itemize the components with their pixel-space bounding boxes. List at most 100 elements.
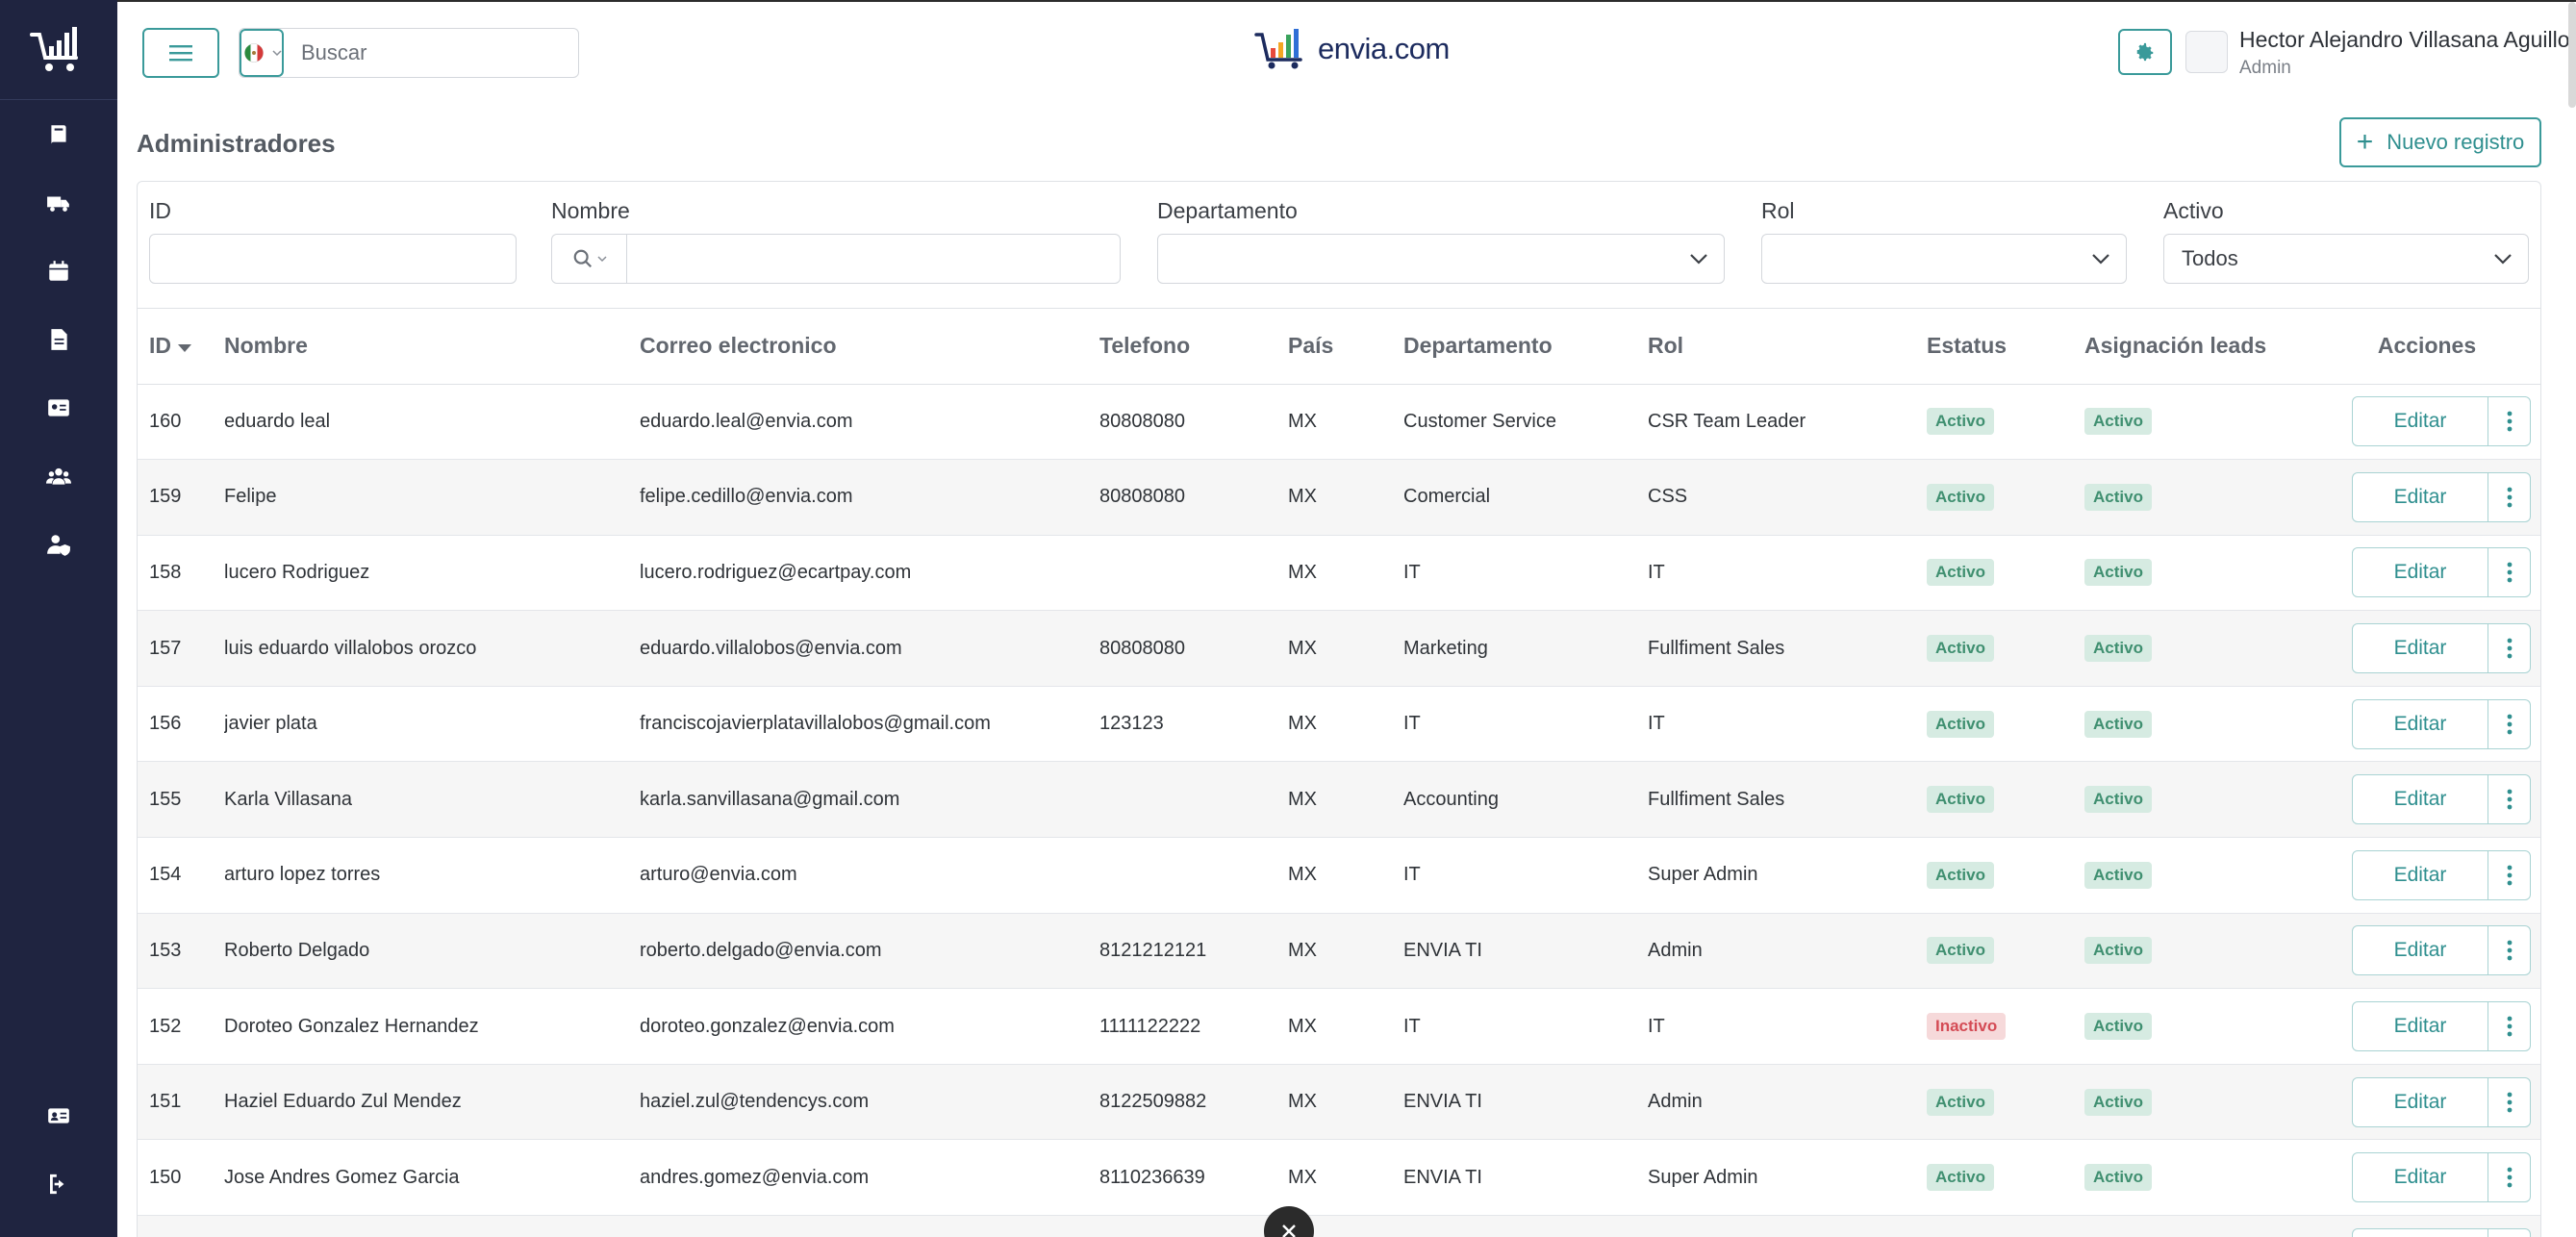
sidebar-item-documents[interactable] xyxy=(0,320,117,359)
kebab-icon xyxy=(2507,487,2512,508)
filter-id-input[interactable] xyxy=(149,234,517,284)
cell-department: Comercial xyxy=(1403,459,1648,536)
table-row[interactable]: 151 Haziel Eduardo Zul Mendez haziel.zul@t… xyxy=(138,1064,2540,1141)
cell-actions: Editar xyxy=(2292,837,2540,914)
cell-name: Karla Villasana xyxy=(224,761,640,839)
table-row[interactable]: 159 Felipe felipe.cedillo@envia.com 8080808… xyxy=(138,459,2540,536)
edit-button[interactable]: Editar xyxy=(2352,1001,2488,1052)
status-badge: Activo xyxy=(1927,635,1994,663)
table-row[interactable]: ActivoActivo Editar xyxy=(138,1215,2540,1237)
cell-country: MX xyxy=(1288,1064,1403,1141)
table-row[interactable]: 155 Karla Villasana karla.sanvillasana@gma… xyxy=(138,761,2540,839)
gear-icon xyxy=(2136,42,2154,62)
avatar[interactable] xyxy=(2185,31,2228,73)
filter-department-label: Departamento xyxy=(1157,198,1298,223)
brand-logo[interactable]: envia.com xyxy=(1254,27,1450,71)
cell-role: IT xyxy=(1648,686,1927,763)
cell-status: Inactivo xyxy=(1927,988,2084,1065)
user-name[interactable]: Hector Alejandro Villasana Aguillon xyxy=(2239,27,2576,53)
name-search-mode[interactable] xyxy=(552,235,627,283)
more-actions-button[interactable] xyxy=(2488,1227,2531,1237)
more-actions-button[interactable] xyxy=(2488,774,2531,825)
cell-phone: 80808080 xyxy=(1099,459,1288,536)
more-actions-button[interactable] xyxy=(2488,623,2531,674)
more-actions-button[interactable] xyxy=(2488,471,2531,522)
table-row[interactable]: 157 luis eduardo villalobos orozco eduardo… xyxy=(138,610,2540,687)
leads-badge: Activo xyxy=(2084,710,2152,738)
filter-role-select[interactable] xyxy=(1761,234,2127,284)
cell-country: MX xyxy=(1288,1139,1403,1217)
page-scrollbar[interactable] xyxy=(2568,2,2576,108)
edit-button[interactable]: Editar xyxy=(2352,1227,2488,1237)
table-row[interactable]: 153 Roberto Delgado roberto.delgado@envia.… xyxy=(138,913,2540,990)
cell-country: MX xyxy=(1288,837,1403,914)
row-actions: Editar xyxy=(2292,471,2540,522)
settings-button[interactable] xyxy=(2118,29,2172,75)
cell-name: javier plata xyxy=(224,686,640,763)
sidebar-item-id-card[interactable] xyxy=(0,389,117,427)
filter-active-select[interactable]: Todos xyxy=(2163,234,2529,284)
more-actions-button[interactable] xyxy=(2488,698,2531,749)
status-badge: Activo xyxy=(1927,861,1994,889)
cell-department: ENVIA TI xyxy=(1403,1139,1648,1217)
column-header-status: Estatus xyxy=(1927,309,2084,385)
sidebar-item-users[interactable] xyxy=(0,457,117,495)
cell-actions: Editar xyxy=(2292,610,2540,687)
country-selector[interactable] xyxy=(240,29,284,77)
more-actions-button[interactable] xyxy=(2488,849,2531,900)
more-actions-button[interactable] xyxy=(2488,1001,2531,1052)
edit-button[interactable]: Editar xyxy=(2352,1076,2488,1127)
sidebar-item-calendar[interactable] xyxy=(0,252,117,290)
new-record-button[interactable]: + Nuevo registro xyxy=(2339,117,2541,167)
more-actions-button[interactable] xyxy=(2488,396,2531,447)
chevron-down-icon xyxy=(596,256,607,263)
sidebar-item-contact[interactable] xyxy=(0,1097,117,1135)
sidebar-logo[interactable] xyxy=(0,0,117,100)
more-actions-button[interactable] xyxy=(2488,1152,2531,1203)
sidebar-item-logout[interactable] xyxy=(0,1165,117,1203)
plus-icon: + xyxy=(2356,126,2374,158)
table-row[interactable]: 152 Doroteo Gonzalez Hernandez doroteo.gon… xyxy=(138,988,2540,1065)
sidebar-item-admins[interactable] xyxy=(0,525,117,564)
cell-department: Marketing xyxy=(1403,610,1648,687)
edit-button[interactable]: Editar xyxy=(2352,774,2488,825)
edit-button[interactable]: Editar xyxy=(2352,396,2488,447)
edit-button[interactable]: Editar xyxy=(2352,925,2488,976)
menu-toggle-button[interactable] xyxy=(142,28,219,78)
filter-department-select[interactable] xyxy=(1157,234,1725,284)
table-row[interactable]: 154 arturo lopez torres arturo@envia.com MX… xyxy=(138,837,2540,914)
table-row[interactable]: 160 eduardo leal eduardo.leal@envia.com 808… xyxy=(138,384,2540,461)
table-row[interactable]: 150 Jose Andres Gomez Garcia andres.gomez@… xyxy=(138,1139,2540,1217)
cell-actions: Editar xyxy=(2292,913,2540,990)
cell-id: 150 xyxy=(138,1139,224,1217)
edit-button[interactable]: Editar xyxy=(2352,849,2488,900)
cell-email: arturo@envia.com xyxy=(640,837,1099,914)
kebab-icon xyxy=(2507,1016,2512,1037)
column-header-id[interactable]: ID xyxy=(138,309,224,385)
cell-role: Fullfiment Sales xyxy=(1648,610,1927,687)
cell-department: IT xyxy=(1403,686,1648,763)
leads-badge: Activo xyxy=(2084,559,2152,587)
more-actions-button[interactable] xyxy=(2488,925,2531,976)
edit-button[interactable]: Editar xyxy=(2352,623,2488,674)
edit-button[interactable]: Editar xyxy=(2352,471,2488,522)
table-row[interactable]: 156 javier plata franciscojavierplatavilla… xyxy=(138,686,2540,763)
new-record-label: Nuevo registro xyxy=(2387,130,2525,154)
more-actions-button[interactable] xyxy=(2488,1076,2531,1127)
cell-name: Jose Andres Gomez Garcia xyxy=(224,1139,640,1217)
sidebar-item-shipments[interactable] xyxy=(0,184,117,222)
table-row[interactable]: 158 lucero Rodriguez lucero.rodriguez@ecar… xyxy=(138,535,2540,612)
edit-button[interactable]: Editar xyxy=(2352,1152,2488,1203)
cell-name: Doroteo Gonzalez Hernandez xyxy=(224,988,640,1065)
sidebar-item-book[interactable] xyxy=(0,115,117,154)
more-actions-button[interactable] xyxy=(2488,547,2531,598)
column-header-phone: Telefono xyxy=(1099,309,1288,385)
filter-name-field[interactable] xyxy=(551,234,1121,284)
cell-phone xyxy=(1099,761,1288,839)
cell-name: Felipe xyxy=(224,459,640,536)
column-header-department: Departamento xyxy=(1403,309,1648,385)
admins-card: ID Nombre Departamento Rol Activo Todos xyxy=(137,181,2541,1237)
edit-button[interactable]: Editar xyxy=(2352,698,2488,749)
search-input[interactable] xyxy=(284,29,578,77)
edit-button[interactable]: Editar xyxy=(2352,547,2488,598)
